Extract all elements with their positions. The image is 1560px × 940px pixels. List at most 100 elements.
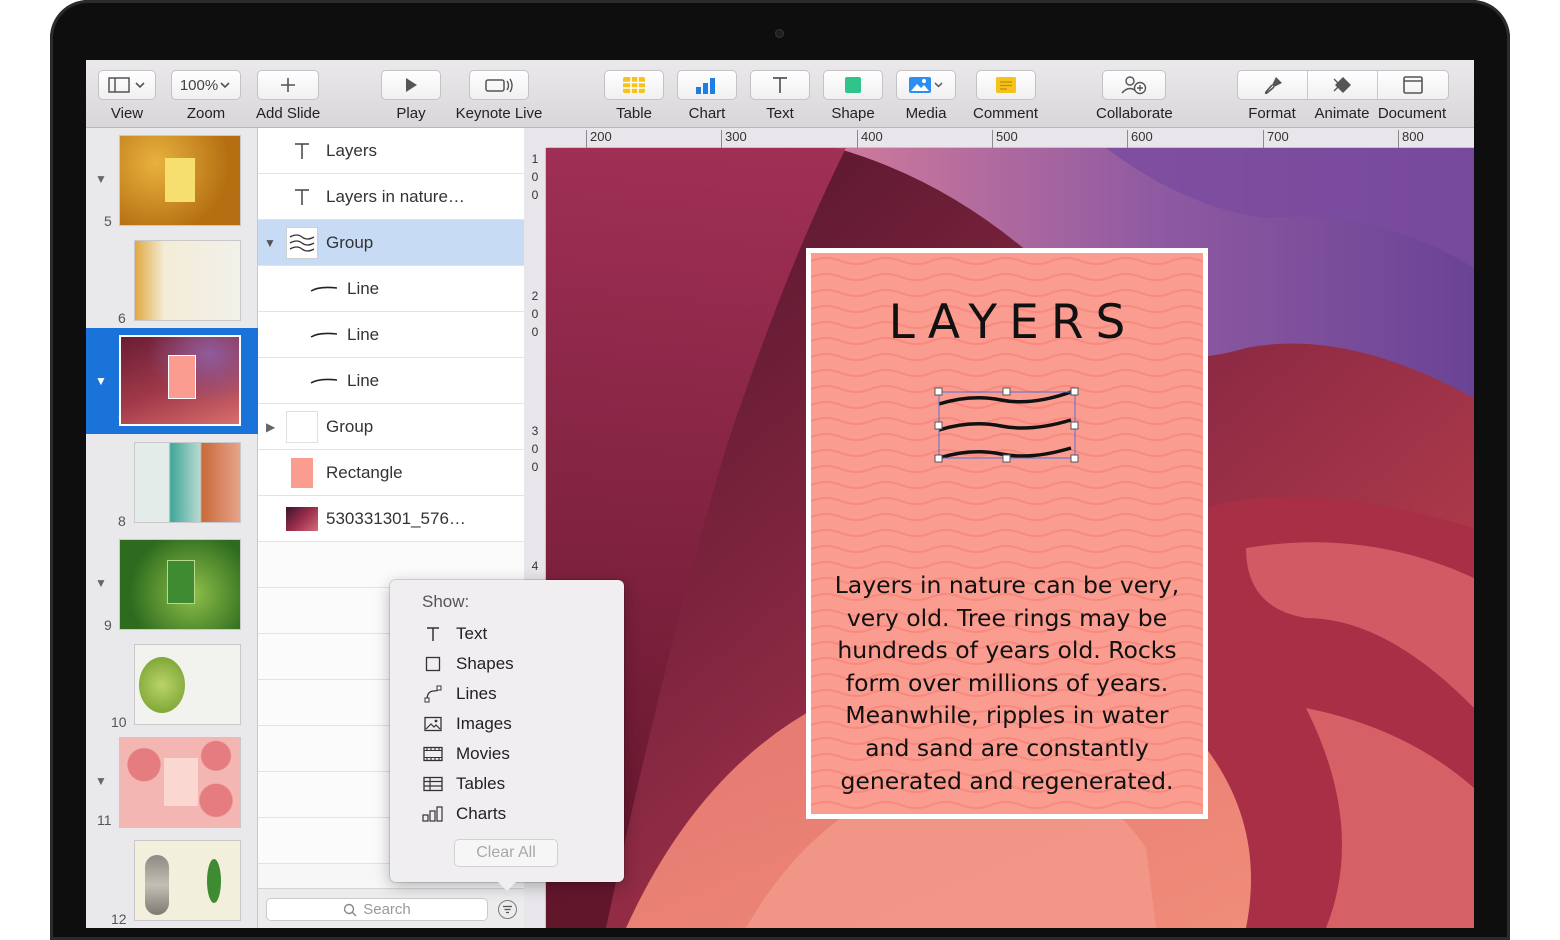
object-label: Line <box>347 324 380 344</box>
disclosure-triangle-icon[interactable]: ▼ <box>95 374 107 388</box>
animate-icon <box>1333 77 1351 93</box>
slide-10[interactable]: 10 <box>86 636 258 734</box>
table-button[interactable]: Table <box>604 70 664 122</box>
ruler-tick: 4 <box>531 559 539 573</box>
slide-5[interactable]: ▼ 5 <box>86 128 258 232</box>
disclosure-triangle-icon[interactable]: ▼ <box>95 172 107 186</box>
filter-button[interactable] <box>498 900 517 919</box>
object-row-rectangle[interactable]: Rectangle <box>258 450 524 496</box>
object-row-group-selected[interactable]: ▼ Group <box>258 220 524 266</box>
image-thumb-icon <box>286 506 318 531</box>
disclosure-triangle-icon[interactable]: ▼ <box>264 236 276 250</box>
disclosure-triangle-icon[interactable]: ▼ <box>95 774 107 788</box>
filter-movies[interactable]: Movies <box>422 742 510 766</box>
sidebar-icon <box>108 77 145 93</box>
disclosure-triangle-collapsed-icon[interactable]: ▶ <box>266 420 275 434</box>
table-icon <box>422 776 444 792</box>
popover-arrow <box>497 881 517 891</box>
comment-icon <box>995 77 1016 93</box>
ruler-tick: 200 <box>586 130 612 148</box>
slide-thumbnail <box>119 737 241 828</box>
collaborate-button[interactable]: Collaborate <box>1096 70 1173 122</box>
filter-charts[interactable]: Charts <box>422 802 506 826</box>
keynote-live-button[interactable]: Keynote Live <box>454 70 544 122</box>
ruler-tick: 800 <box>1398 130 1424 148</box>
ruler-tick: 700 <box>1263 130 1289 148</box>
filter-shapes[interactable]: Shapes <box>422 652 514 676</box>
slide-thumbnail <box>134 644 241 725</box>
slide-8[interactable]: 8 <box>86 434 258 532</box>
text-label: Text <box>766 105 794 122</box>
object-label: Line <box>347 370 380 390</box>
comment-button[interactable]: Comment <box>973 70 1038 122</box>
shape-icon <box>845 77 861 93</box>
slide-9[interactable]: ▼ 9 <box>86 532 258 636</box>
slide-6[interactable]: 6 <box>86 232 258 330</box>
object-row-layers-in-nature[interactable]: Layers in nature… <box>258 174 524 220</box>
animate-button[interactable] <box>1308 71 1378 99</box>
text-button[interactable]: Text <box>750 70 810 122</box>
slide-thumbnail <box>119 335 241 426</box>
comment-label: Comment <box>973 105 1039 122</box>
object-row-group[interactable]: ▶ Group <box>258 404 524 450</box>
document-button[interactable] <box>1378 71 1448 99</box>
add-slide-button[interactable]: Add Slide <box>256 70 320 122</box>
slide-11[interactable]: ▼ 11 <box>86 734 258 838</box>
line-icon <box>422 685 444 703</box>
filter-images[interactable]: Images <box>422 712 512 736</box>
slide-canvas[interactable]: LAYERS Layers in nature can be very, ver… <box>546 148 1474 928</box>
object-label: Rectangle <box>326 462 403 482</box>
document-icon <box>1403 76 1423 94</box>
zoom-label: Zoom <box>186 105 226 122</box>
slide-title[interactable]: LAYERS <box>811 295 1203 350</box>
play-icon <box>406 78 417 92</box>
clear-all-button[interactable]: Clear All <box>454 839 558 867</box>
object-label: Layers in nature… <box>326 186 465 206</box>
selected-wave-lines-group[interactable] <box>931 386 1081 466</box>
play-button[interactable]: Play <box>381 70 441 122</box>
ruler-tick: 300 <box>721 130 747 148</box>
text-icon <box>292 142 312 160</box>
media-button[interactable]: Media <box>896 70 956 122</box>
table-label: Table <box>616 105 652 122</box>
shape-label: Shape <box>831 105 875 122</box>
object-row-line[interactable]: Line <box>258 312 524 358</box>
object-row-image[interactable]: 530331301_576… <box>258 496 524 542</box>
animate-label: Animate <box>1314 105 1370 122</box>
toolbar: View 100% Zoom Add Slide Play Keynote Li… <box>86 60 1474 128</box>
chart-label: Chart <box>688 105 726 122</box>
search-input[interactable]: Search <box>266 898 488 921</box>
chevron-down-icon <box>220 82 230 89</box>
media-label: Media <box>905 105 947 122</box>
format-button[interactable] <box>1238 71 1308 99</box>
shape-button[interactable]: Shape <box>823 70 883 122</box>
object-row-line[interactable]: Line <box>258 266 524 312</box>
group-icon <box>286 410 318 443</box>
filter-lines[interactable]: Lines <box>422 682 497 706</box>
ruler-tick: 600 <box>1127 130 1153 148</box>
filter-icon <box>503 905 512 914</box>
zoom-dropdown[interactable]: 100% Zoom <box>171 70 241 122</box>
ruler-tick: 400 <box>857 130 883 148</box>
slide-7[interactable]: ▼ 7 <box>86 328 258 434</box>
slide-text-card[interactable]: LAYERS Layers in nature can be very, ver… <box>806 248 1208 819</box>
filter-text[interactable]: Text <box>422 622 487 646</box>
slide-12[interactable]: 12 <box>86 834 258 928</box>
object-row-line[interactable]: Line <box>258 358 524 404</box>
view-label: View <box>110 105 144 122</box>
chart-button[interactable]: Chart <box>677 70 737 122</box>
filter-tables[interactable]: Tables <box>422 772 505 796</box>
slide-thumbnail <box>134 442 241 523</box>
disclosure-triangle-icon[interactable]: ▼ <box>95 576 107 590</box>
chart-icon <box>696 78 715 94</box>
chart-icon <box>422 806 444 822</box>
object-label: Group <box>326 416 374 436</box>
rectangle-icon <box>291 457 313 488</box>
keynote-live-icon <box>485 78 513 93</box>
horizontal-ruler: 200 300 400 500 600 700 800 <box>546 128 1474 148</box>
popover-heading: Show: <box>422 592 470 611</box>
view-button[interactable]: View <box>98 70 156 122</box>
object-row-layers[interactable]: Layers <box>258 128 524 174</box>
inspector-tabs: Format Animate Document <box>1237 70 1449 122</box>
slide-body-text[interactable]: Layers in nature can be very, very old. … <box>831 569 1183 797</box>
